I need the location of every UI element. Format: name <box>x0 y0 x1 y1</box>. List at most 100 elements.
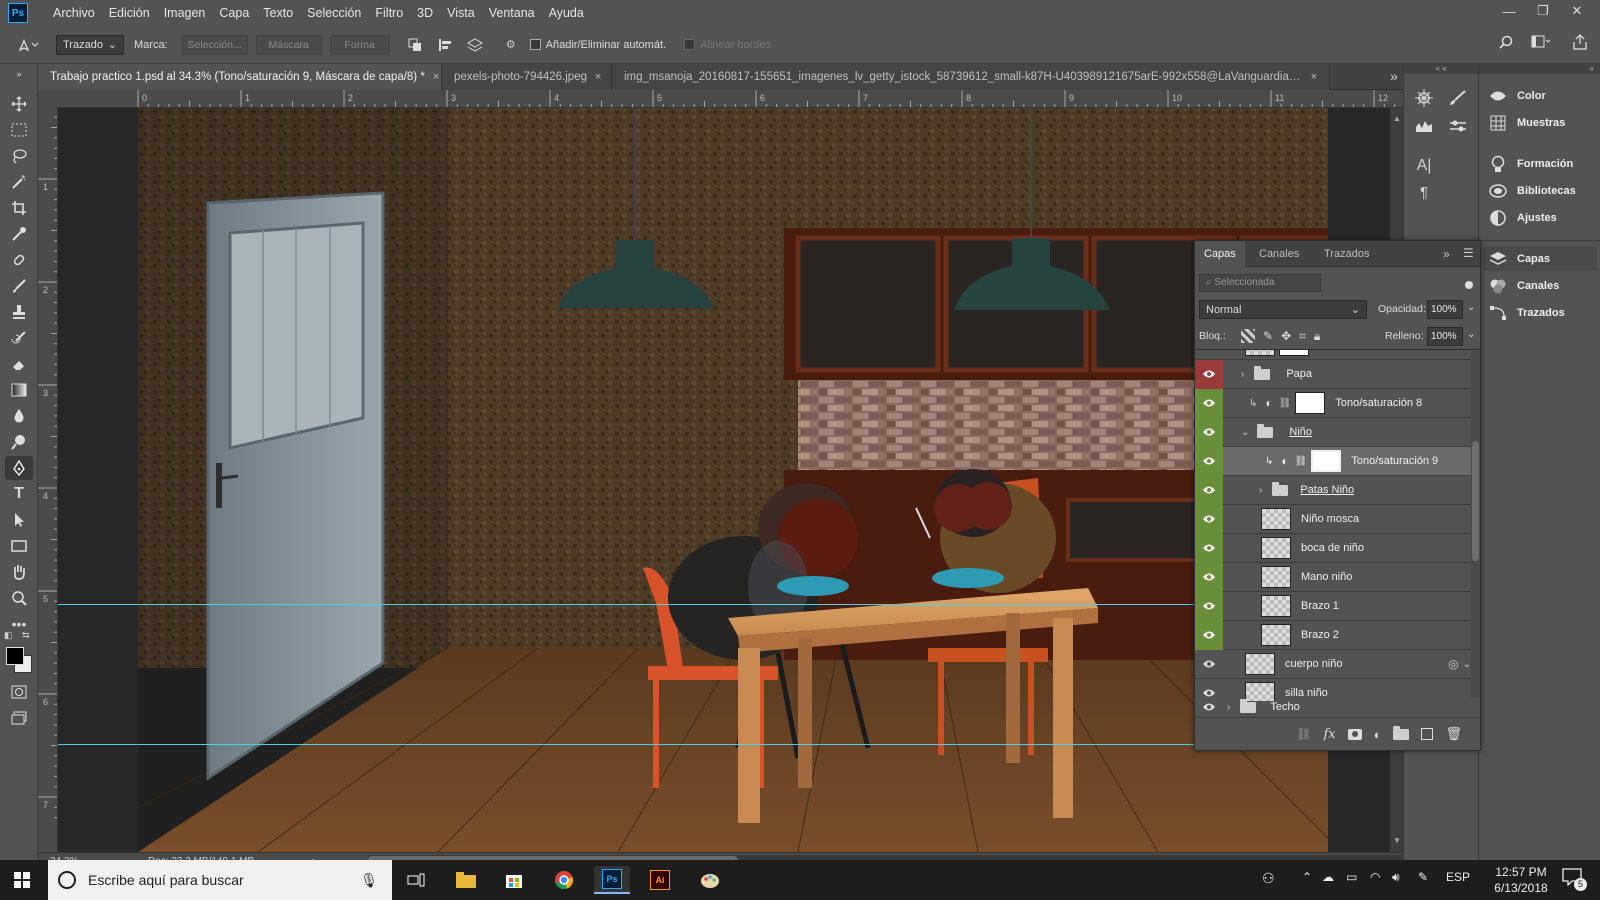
language-indicator[interactable]: ESP <box>1446 870 1470 884</box>
path-selection-tool-icon[interactable] <box>5 508 33 532</box>
visibility-eye-icon[interactable] <box>1195 446 1223 476</box>
restore-button[interactable]: ❐ <box>1526 0 1560 22</box>
lasso-tool-icon[interactable] <box>5 144 33 168</box>
zoom-tool-icon[interactable] <box>5 586 33 610</box>
share-icon[interactable] <box>1570 34 1590 50</box>
tab-pexels-photo[interactable]: pexels-photo-794426.jpeg × <box>442 64 612 90</box>
clone-stamp-tool-icon[interactable] <box>5 300 33 324</box>
histogram-icon[interactable] <box>1410 114 1438 138</box>
visibility-eye-icon[interactable] <box>1195 475 1223 505</box>
layer-row-nino[interactable]: ⌄ Niño <box>1195 417 1473 447</box>
visibility-eye-icon[interactable] <box>1195 591 1223 621</box>
expand-chevron-icon[interactable]: › <box>1259 485 1262 496</box>
people-icon[interactable]: ⚇ <box>1262 870 1275 887</box>
photoshop-taskbar-icon[interactable]: Ps <box>594 866 630 894</box>
layer-row-partial[interactable] <box>1195 350 1473 360</box>
close-icon[interactable]: × <box>1311 71 1317 83</box>
tab-paths[interactable]: Trazados <box>1315 241 1378 267</box>
visibility-eye-icon[interactable] <box>1195 562 1223 592</box>
panel-paths[interactable]: Trazados <box>1489 301 1565 325</box>
move-tool-icon[interactable] <box>5 92 33 116</box>
pen-tool-icon[interactable] <box>5 456 33 480</box>
layer-row-nino-mosca[interactable]: Niño mosca <box>1195 504 1473 534</box>
panel-libraries[interactable]: Bibliotecas <box>1489 179 1576 203</box>
brush-presets-icon[interactable] <box>1444 114 1472 138</box>
collapse-chevron-icon[interactable]: ⌄ <box>1241 427 1249 438</box>
swap-colors-icon[interactable]: ⇆ <box>22 630 30 641</box>
panel-learn[interactable]: Formación <box>1489 152 1573 176</box>
add-layer-style-button[interactable]: fx <box>1323 727 1335 742</box>
opacity-input[interactable]: 100% <box>1427 300 1463 319</box>
hand-tool-icon[interactable] <box>5 560 33 584</box>
scroll-up-icon[interactable]: ▲ <box>1393 114 1401 123</box>
workspace-switcher-icon[interactable] <box>1528 35 1554 49</box>
add-mask-icon[interactable] <box>1347 728 1362 740</box>
eraser-tool-icon[interactable] <box>5 352 33 376</box>
magic-wand-tool-icon[interactable] <box>5 170 33 194</box>
lock-transparent-icon[interactable] <box>1241 329 1255 343</box>
fill-dropdown-icon[interactable]: ⌄ <box>1467 329 1475 340</box>
mask-link-icon[interactable]: ⛓ <box>1295 456 1308 467</box>
panel-menu-icon[interactable]: ☰ <box>1463 246 1474 260</box>
tool-mode-select[interactable]: Trazado ⌄ <box>56 34 124 55</box>
menu-vista[interactable]: Vista <box>440 6 482 20</box>
layer-row-brazo-1[interactable]: Brazo 1 <box>1195 591 1473 621</box>
layer-filter-select[interactable]: ⌕ Seleccionada <box>1199 274 1321 292</box>
layer-row-boca-de-nino[interactable]: boca de niño <box>1195 533 1473 563</box>
microphone-icon[interactable]: 🎙︎ <box>360 872 378 889</box>
new-adjustment-layer-icon[interactable]: ◐ <box>1374 727 1382 742</box>
layer-list-scroll-thumb[interactable] <box>1472 441 1479 561</box>
visibility-eye-icon[interactable] <box>1195 350 1223 360</box>
panel-collapse-icon[interactable]: » <box>1443 247 1450 261</box>
lock-all-icon[interactable]: 🔒︎ <box>1314 329 1320 344</box>
layer-effects-icon[interactable]: ◎ <box>1448 657 1458 671</box>
menu-seleccion[interactable]: Selección <box>300 6 368 20</box>
minimize-button[interactable]: — <box>1492 0 1526 22</box>
dodge-tool-icon[interactable] <box>5 430 33 454</box>
panel-swatches[interactable]: Muestras <box>1489 111 1565 135</box>
lock-artboard-icon[interactable]: ⌗ <box>1299 329 1306 344</box>
pen-tool-preset-icon[interactable] <box>8 37 48 53</box>
menu-ventana[interactable]: Ventana <box>482 6 542 20</box>
vertical-ruler[interactable]: 1 2 3 4 5 6 7 <box>38 108 58 852</box>
layer-list-scrollbar[interactable] <box>1471 351 1480 697</box>
blur-tool-icon[interactable] <box>5 404 33 428</box>
task-view-icon[interactable] <box>398 866 434 894</box>
healing-brush-tool-icon[interactable] <box>5 248 33 272</box>
layer-row-patas-nino[interactable]: › Patas Niño <box>1195 475 1473 505</box>
tab-img-msanoja[interactable]: img_msanoja_20160817-155651_imagenes_lv_… <box>612 64 1330 90</box>
align-edges-checkbox[interactable]: Alinear bordes <box>684 39 771 51</box>
type-tool-icon[interactable]: T <box>5 482 33 506</box>
path-arrangement-icon[interactable] <box>460 37 490 52</box>
visibility-eye-icon[interactable] <box>1195 504 1223 534</box>
close-icon[interactable]: × <box>433 71 439 83</box>
tabs-overflow-icon[interactable]: » <box>1390 68 1398 84</box>
visibility-eye-icon[interactable] <box>1195 388 1223 418</box>
menu-edicion[interactable]: Edición <box>102 6 157 20</box>
tab-channels[interactable]: Canales <box>1250 241 1308 267</box>
filter-toggle[interactable] <box>1465 281 1473 289</box>
onedrive-icon[interactable]: ☁ <box>1322 870 1334 884</box>
character-icon[interactable]: A| <box>1410 154 1438 178</box>
visibility-eye-icon[interactable] <box>1195 620 1223 650</box>
clock[interactable]: 12:57 PM 6/13/2018 <box>1486 864 1556 896</box>
new-group-icon[interactable] <box>1393 725 1410 740</box>
chrome-icon[interactable] <box>546 866 582 894</box>
shape-button[interactable]: Forma <box>329 34 390 55</box>
menu-capa[interactable]: Capa <box>212 6 256 20</box>
new-layer-icon[interactable] <box>1421 728 1434 740</box>
store-icon[interactable] <box>496 866 532 894</box>
layer-row-brazo-2[interactable]: Brazo 2 <box>1195 620 1473 650</box>
brush-tool-icon[interactable] <box>5 274 33 298</box>
mask-link-icon[interactable]: ⛓ <box>1279 398 1292 409</box>
layer-row-papa[interactable]: › Papa <box>1195 359 1473 389</box>
path-operations-icon[interactable] <box>400 38 430 52</box>
blend-mode-select[interactable]: Normal ⌄ <box>1199 300 1367 319</box>
layer-row-tono-saturacion-8[interactable]: ↳ ◐ ⛓ Tono/saturación 8 <box>1195 388 1473 418</box>
brush-settings-icon[interactable] <box>1444 86 1472 110</box>
windows-start-icon[interactable] <box>4 866 40 894</box>
close-icon[interactable]: × <box>595 71 601 83</box>
collapse-tools-icon[interactable]: » <box>5 68 33 80</box>
expand-chevron-icon[interactable]: › <box>1241 369 1244 380</box>
rectangle-tool-icon[interactable] <box>5 534 33 558</box>
